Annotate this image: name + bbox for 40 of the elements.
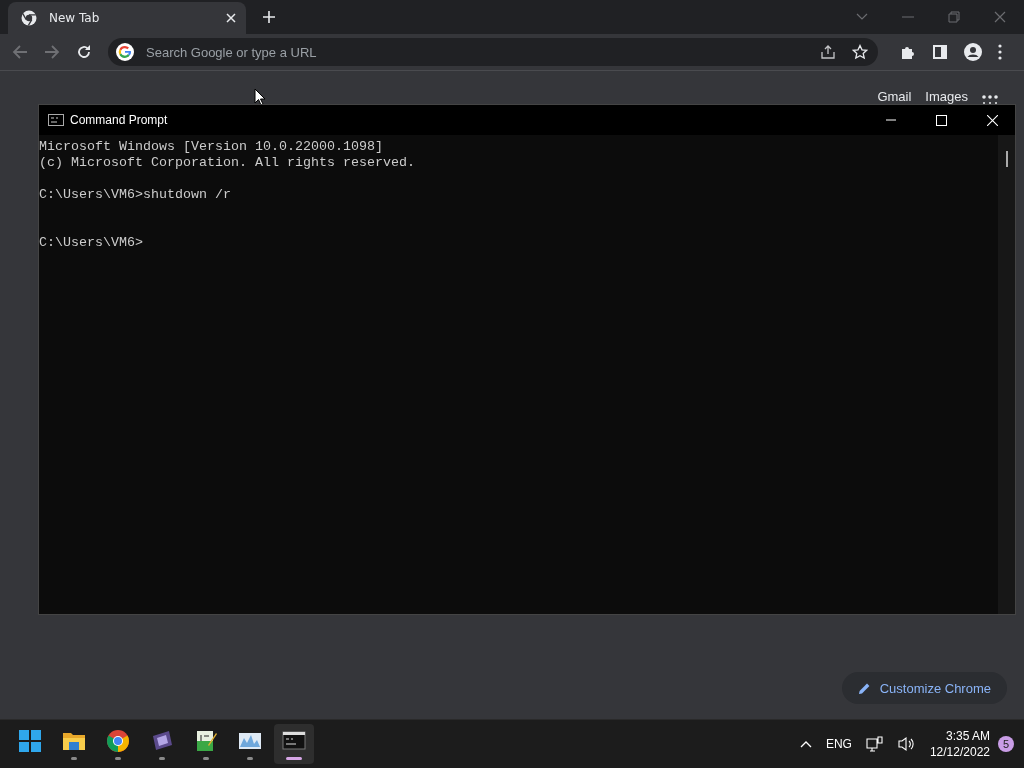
start-icon xyxy=(18,728,42,753)
speaker-icon[interactable] xyxy=(897,736,916,752)
share-icon[interactable] xyxy=(820,44,836,60)
chevron-down-icon[interactable] xyxy=(856,13,868,21)
chrome-icon xyxy=(21,10,37,26)
menu-icon[interactable] xyxy=(998,44,1002,60)
address-bar[interactable]: Search Google or type a URL xyxy=(108,38,878,66)
window-title: Command Prompt xyxy=(70,113,168,127)
network-icon[interactable] xyxy=(865,736,884,752)
console-icon xyxy=(282,728,306,753)
star-icon[interactable] xyxy=(852,44,868,60)
plus-icon xyxy=(262,10,276,24)
side-panel-icon[interactable] xyxy=(932,44,948,60)
customize-chrome-button[interactable]: Customize Chrome xyxy=(841,672,1007,704)
time-text: 3:35 AM xyxy=(945,728,990,744)
date-text: 12/12/2022 xyxy=(929,744,990,760)
google-icon xyxy=(116,43,134,61)
scrollbar[interactable] xyxy=(998,135,1015,614)
chrome-icon xyxy=(106,728,130,753)
back-icon[interactable] xyxy=(12,44,28,60)
clock[interactable]: 3:35 AM 12/12/2022 xyxy=(929,728,990,760)
address-input[interactable]: Search Google or type a URL xyxy=(144,43,810,61)
page-link[interactable]: Gmail xyxy=(877,89,912,104)
profile-icon[interactable] xyxy=(964,43,982,61)
notepad-icon xyxy=(194,728,218,753)
taskbar-app-button[interactable] xyxy=(274,724,314,764)
console-output: Microsoft Windows [Version 10.0.22000.1098] (c) Microsoft Corporation. All rights reserved. C:\Users\VM6>shutdown /r C:\Users\VM6> xyxy=(39,139,416,251)
chevron-up-icon[interactable] xyxy=(799,740,812,748)
maximize-icon[interactable] xyxy=(936,114,947,126)
notification-badge[interactable]: 5 xyxy=(998,736,1014,752)
reload-icon[interactable] xyxy=(76,44,92,60)
browser-tab[interactable]: New Tab xyxy=(8,2,246,34)
pencil-icon xyxy=(857,681,871,695)
puzzle-icon[interactable] xyxy=(900,44,916,60)
scrollbar-thumb[interactable] xyxy=(1005,151,1008,167)
language-indicator[interactable]: ENG xyxy=(825,737,852,751)
page-link[interactable]: Images xyxy=(925,89,968,104)
apps-grid-icon[interactable] xyxy=(982,95,998,104)
forward-icon[interactable] xyxy=(44,44,60,60)
console-icon xyxy=(48,114,64,126)
